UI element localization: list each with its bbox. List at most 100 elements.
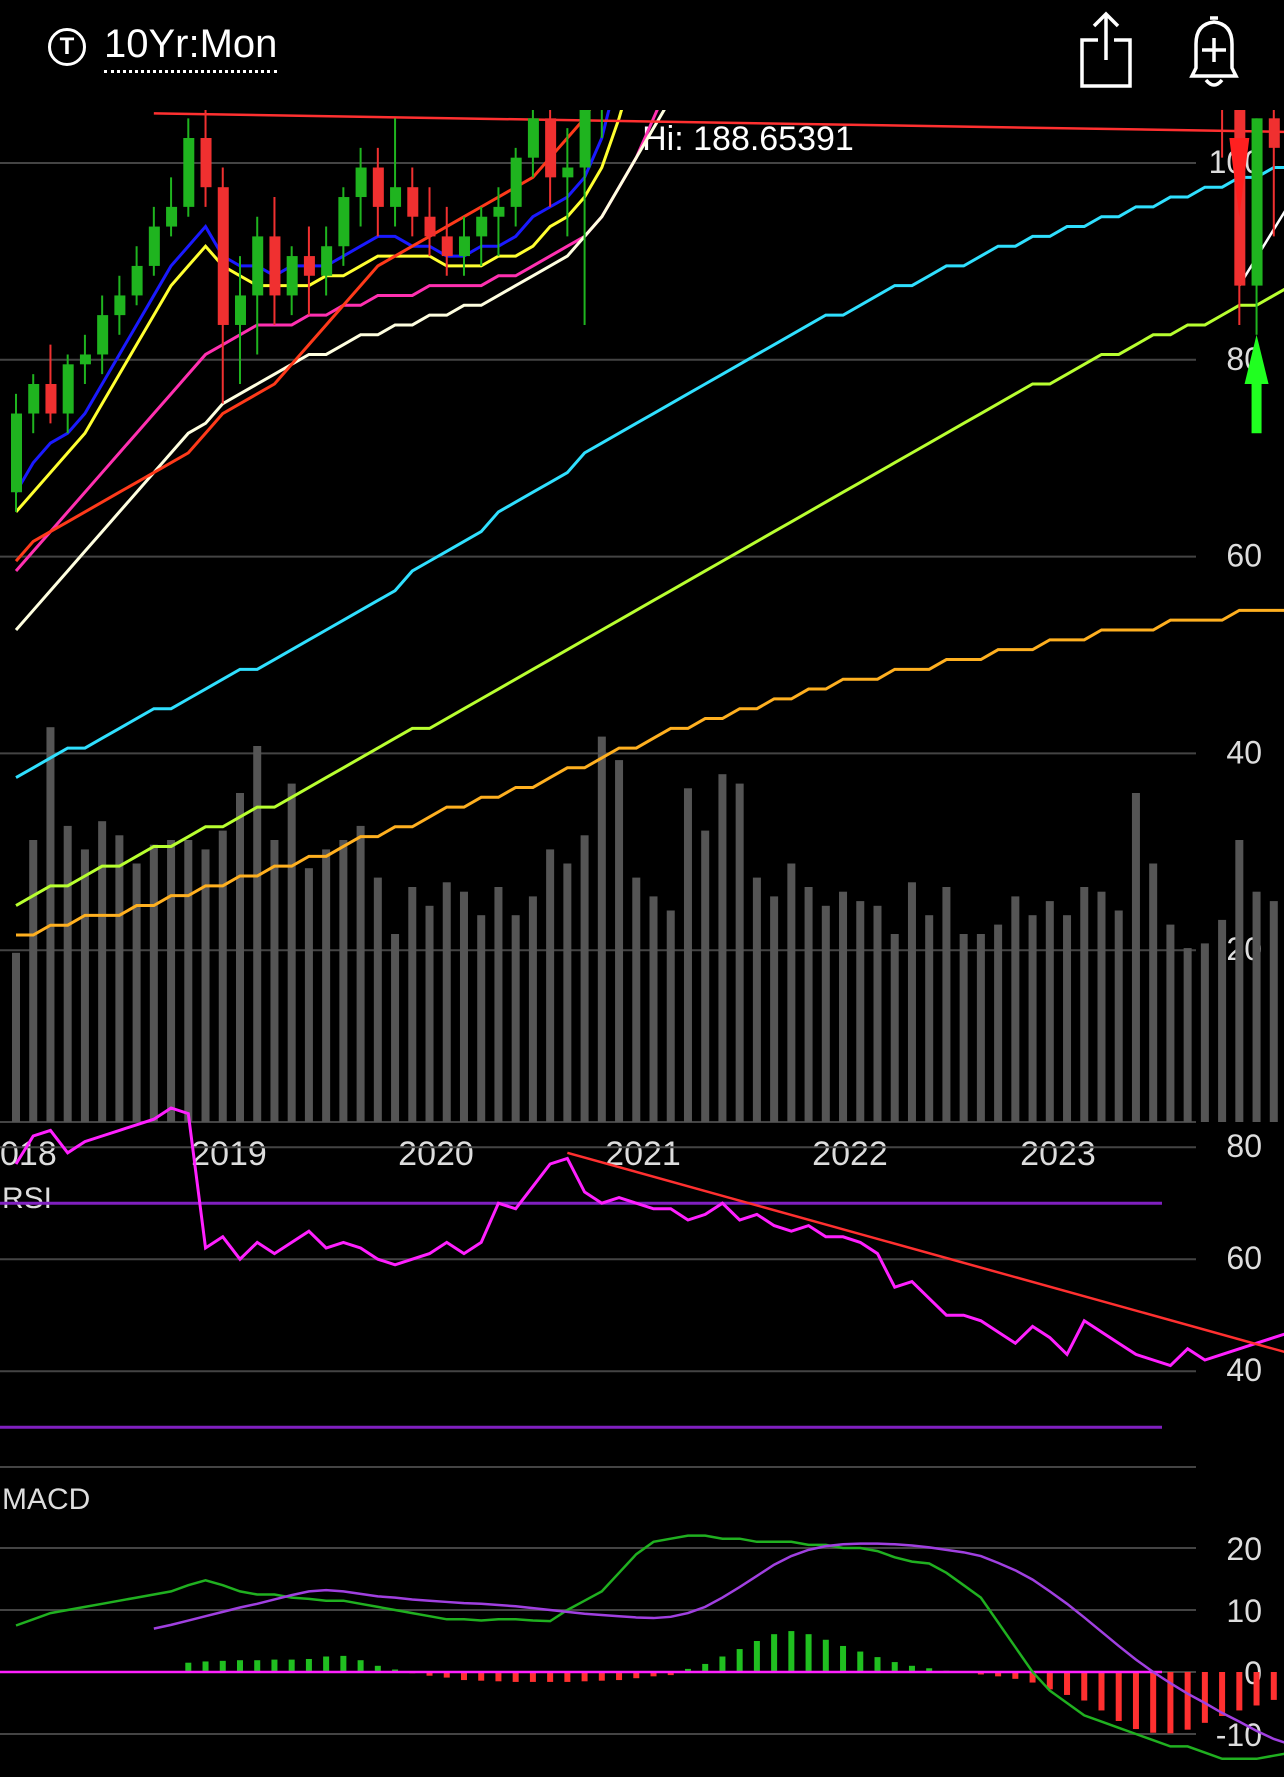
bell-plus-icon[interactable]: [1182, 10, 1246, 90]
share-icon[interactable]: [1078, 10, 1134, 90]
high-value-label: Hi: 188.65391: [642, 120, 854, 158]
candle-body: [11, 413, 22, 493]
macd-histogram-bar: [1201, 1672, 1208, 1723]
volume-bar: [666, 910, 675, 1122]
candle-body: [303, 256, 315, 276]
macd-histogram-bar: [529, 1672, 536, 1682]
volume-bar: [1045, 901, 1054, 1122]
volume-bar: [1269, 901, 1278, 1122]
candle-body: [79, 354, 91, 365]
volume-bar: [115, 835, 124, 1122]
volume-bar: [994, 924, 1003, 1122]
volume-bar: [1218, 919, 1227, 1122]
rsi-trend-line: [567, 1151, 1284, 1354]
macd-histogram-bar: [305, 1658, 312, 1672]
candle-body: [1251, 118, 1263, 286]
candle-body: [407, 187, 419, 217]
macd-histogram-bar: [271, 1659, 278, 1672]
volume-bar: [821, 905, 830, 1122]
macd-histogram-bar: [340, 1655, 347, 1672]
candle-body: [545, 118, 557, 178]
volume-bar: [942, 887, 951, 1122]
volume-bar: [1063, 915, 1072, 1122]
candle-body: [114, 295, 126, 316]
macd-histogram-bar: [236, 1660, 243, 1672]
macd-histogram-bar: [1184, 1672, 1191, 1730]
candle-body: [579, 110, 591, 168]
price-x-tick-label: 018: [0, 1135, 57, 1173]
macd-histogram-bar: [1132, 1672, 1139, 1730]
volume-bar: [804, 887, 813, 1122]
macd-histogram-bar: [857, 1651, 864, 1672]
macd-histogram-bar: [788, 1631, 795, 1672]
volume-bar: [29, 840, 38, 1122]
volume-bar: [235, 793, 244, 1122]
volume-bar: [12, 952, 20, 1122]
volume-bar: [770, 896, 779, 1122]
volume-bar: [615, 760, 624, 1122]
volume-bar: [701, 830, 710, 1122]
macd-histogram-bar: [564, 1672, 571, 1682]
volume-bar: [1200, 943, 1209, 1122]
symbol-badge-icon[interactable]: T: [48, 28, 86, 66]
macd-histogram-bar: [1098, 1672, 1105, 1711]
macd-histogram-bar: [1236, 1672, 1243, 1711]
candle-body: [148, 226, 160, 266]
volume-bar: [201, 849, 210, 1122]
volume-bar: [184, 840, 193, 1122]
macd-histogram-bar: [736, 1649, 743, 1672]
volume-bar: [787, 863, 796, 1122]
volume-bar: [839, 891, 848, 1122]
macd-line: [15, 1534, 1284, 1761]
volume-bar: [1149, 863, 1158, 1122]
macd-histogram-bar: [202, 1661, 209, 1672]
volume-bar: [907, 882, 916, 1122]
volume-bar: [270, 840, 279, 1122]
rsi-y-tick-label: 40: [1226, 1352, 1262, 1388]
candle-body: [424, 216, 436, 237]
volume-bar: [339, 840, 348, 1122]
price-x-tick-label: 2023: [1020, 1135, 1096, 1173]
price-y-tick-label: 40: [1226, 734, 1262, 770]
price-x-tick-label: 2022: [812, 1135, 888, 1173]
volume-bar: [442, 882, 451, 1122]
macd-histogram-bar: [822, 1639, 829, 1672]
macd-histogram-bar: [323, 1656, 330, 1672]
volume-bar: [459, 891, 468, 1122]
volume-bar: [718, 774, 727, 1122]
volume-bar: [925, 915, 934, 1122]
volume-bar: [425, 905, 434, 1122]
volume-bar: [856, 901, 865, 1122]
volume-bar: [304, 868, 313, 1122]
volume-bar: [959, 934, 968, 1122]
price-y-tick-label: 60: [1226, 538, 1262, 574]
chart-canvas[interactable]: 18016014012010080604020Hi: 188.653910182…: [0, 110, 1284, 1777]
candle-body: [183, 138, 195, 207]
candle-body: [97, 315, 109, 355]
candle-body: [355, 167, 367, 198]
macd-histogram-bar: [512, 1672, 519, 1682]
volume-bar: [1080, 887, 1089, 1122]
volume-bar: [1011, 896, 1020, 1122]
macd-panel-label: MACD: [2, 1483, 90, 1516]
volume-bar: [1097, 891, 1106, 1122]
volume-bar: [649, 896, 658, 1122]
volume-bar: [1166, 924, 1175, 1122]
volume-bar: [391, 934, 400, 1122]
macd-histogram-bar: [1270, 1672, 1277, 1700]
candle-body: [390, 187, 402, 207]
macd-histogram-bar: [478, 1672, 485, 1681]
volume-bar: [632, 877, 641, 1122]
symbol-interval-title[interactable]: 10Yr:Mon: [104, 20, 278, 73]
candle-body: [200, 138, 212, 188]
volume-bar: [287, 783, 296, 1122]
candle-body: [166, 206, 178, 227]
volume-bar: [1131, 793, 1140, 1122]
rsi-y-tick-label: 80: [1226, 1128, 1262, 1164]
macd-histogram-bar: [185, 1662, 192, 1672]
candle-body: [131, 265, 143, 296]
macd-histogram-bar: [1150, 1672, 1157, 1733]
candle-body: [234, 295, 246, 325]
volume-bar: [322, 849, 331, 1122]
volume-bar: [546, 849, 555, 1122]
